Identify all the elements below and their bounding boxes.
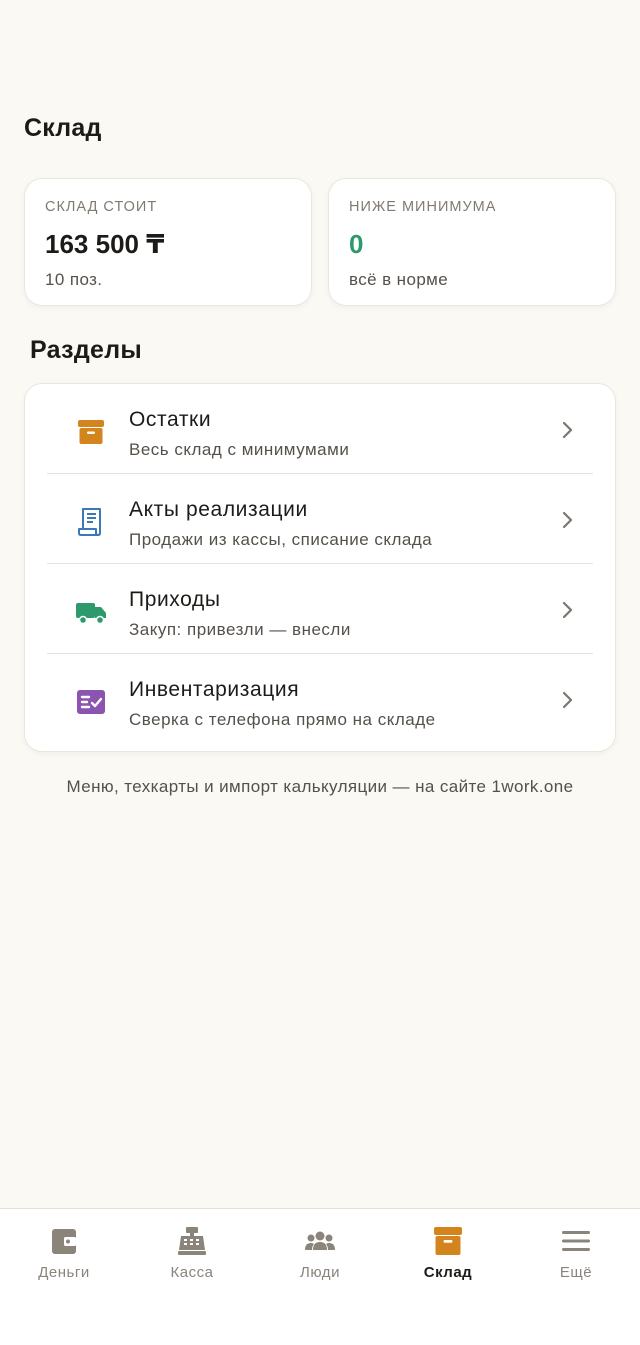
people-icon [305,1231,335,1250]
section-item-description: Продажи из кассы, списание склада [129,530,433,549]
cash-register-icon [178,1227,206,1255]
section-item-inventory[interactable]: Инвентаризация Сверка с телефона прямо н… [47,654,593,744]
bottom-tab-bar: Деньги Касса Люди Склад Ещё [0,1208,640,1345]
sections-list: Остатки Весь склад с минимумами Акты реа… [24,383,616,752]
tab-label: Ещё [559,1264,593,1281]
stock-value-amount: 163 500 ₸ [45,229,165,259]
tab-cash-register[interactable]: Касса [128,1209,256,1299]
section-item-label: Приходы [129,588,221,611]
tab-label: Люди [300,1264,340,1281]
chevron-right-icon [562,511,573,529]
tab-more[interactable]: Ещё [512,1209,640,1299]
section-item-label: Остатки [129,408,212,431]
wallet-icon [52,1229,76,1254]
tab-label: Касса [170,1264,214,1281]
footer-note: Меню, техкарты и импорт калькуляции — на… [66,777,574,796]
sections-title: Разделы [30,336,143,364]
section-item-description: Закуп: привезли — внесли [129,620,351,639]
stock-value-count: 10 поз. [45,270,103,289]
section-item-stock[interactable]: Остатки Весь склад с минимумами [47,384,593,474]
below-minimum-status: всё в норме [349,270,449,289]
section-item-receipts[interactable]: Приходы Закуп: привезли — внесли [47,564,593,654]
box-icon [78,420,104,444]
section-item-label: Акты реализации [129,498,308,521]
page-title: Склад [24,114,102,142]
stock-value-card: СКЛАД СТОИТ 163 500 ₸ 10 поз. [24,178,312,306]
below-minimum-label: НИЖЕ МИНИМУМА [349,199,497,215]
receipt-icon [78,508,101,536]
tab-warehouse[interactable]: Склад [384,1209,512,1299]
menu-icon [562,1231,590,1251]
chevron-right-icon [562,691,573,709]
below-minimum-card: НИЖЕ МИНИМУМА 0 всё в норме [328,178,616,306]
chevron-right-icon [562,421,573,439]
section-item-description: Весь склад с минимумами [129,440,350,459]
truck-icon [76,603,106,625]
box-icon [434,1227,462,1255]
below-minimum-count: 0 [349,229,364,259]
chevron-right-icon [562,601,573,619]
tab-label: Склад [423,1264,473,1281]
tab-money[interactable]: Деньги [0,1209,128,1299]
section-item-sales-acts[interactable]: Акты реализации Продажи из кассы, списан… [47,474,593,564]
stock-value-label: СКЛАД СТОИТ [45,199,158,215]
checklist-icon [77,690,105,714]
tab-people[interactable]: Люди [256,1209,384,1299]
tab-label: Деньги [38,1264,90,1281]
section-item-label: Инвентаризация [129,678,300,701]
section-item-description: Сверка с телефона прямо на складе [129,710,436,729]
